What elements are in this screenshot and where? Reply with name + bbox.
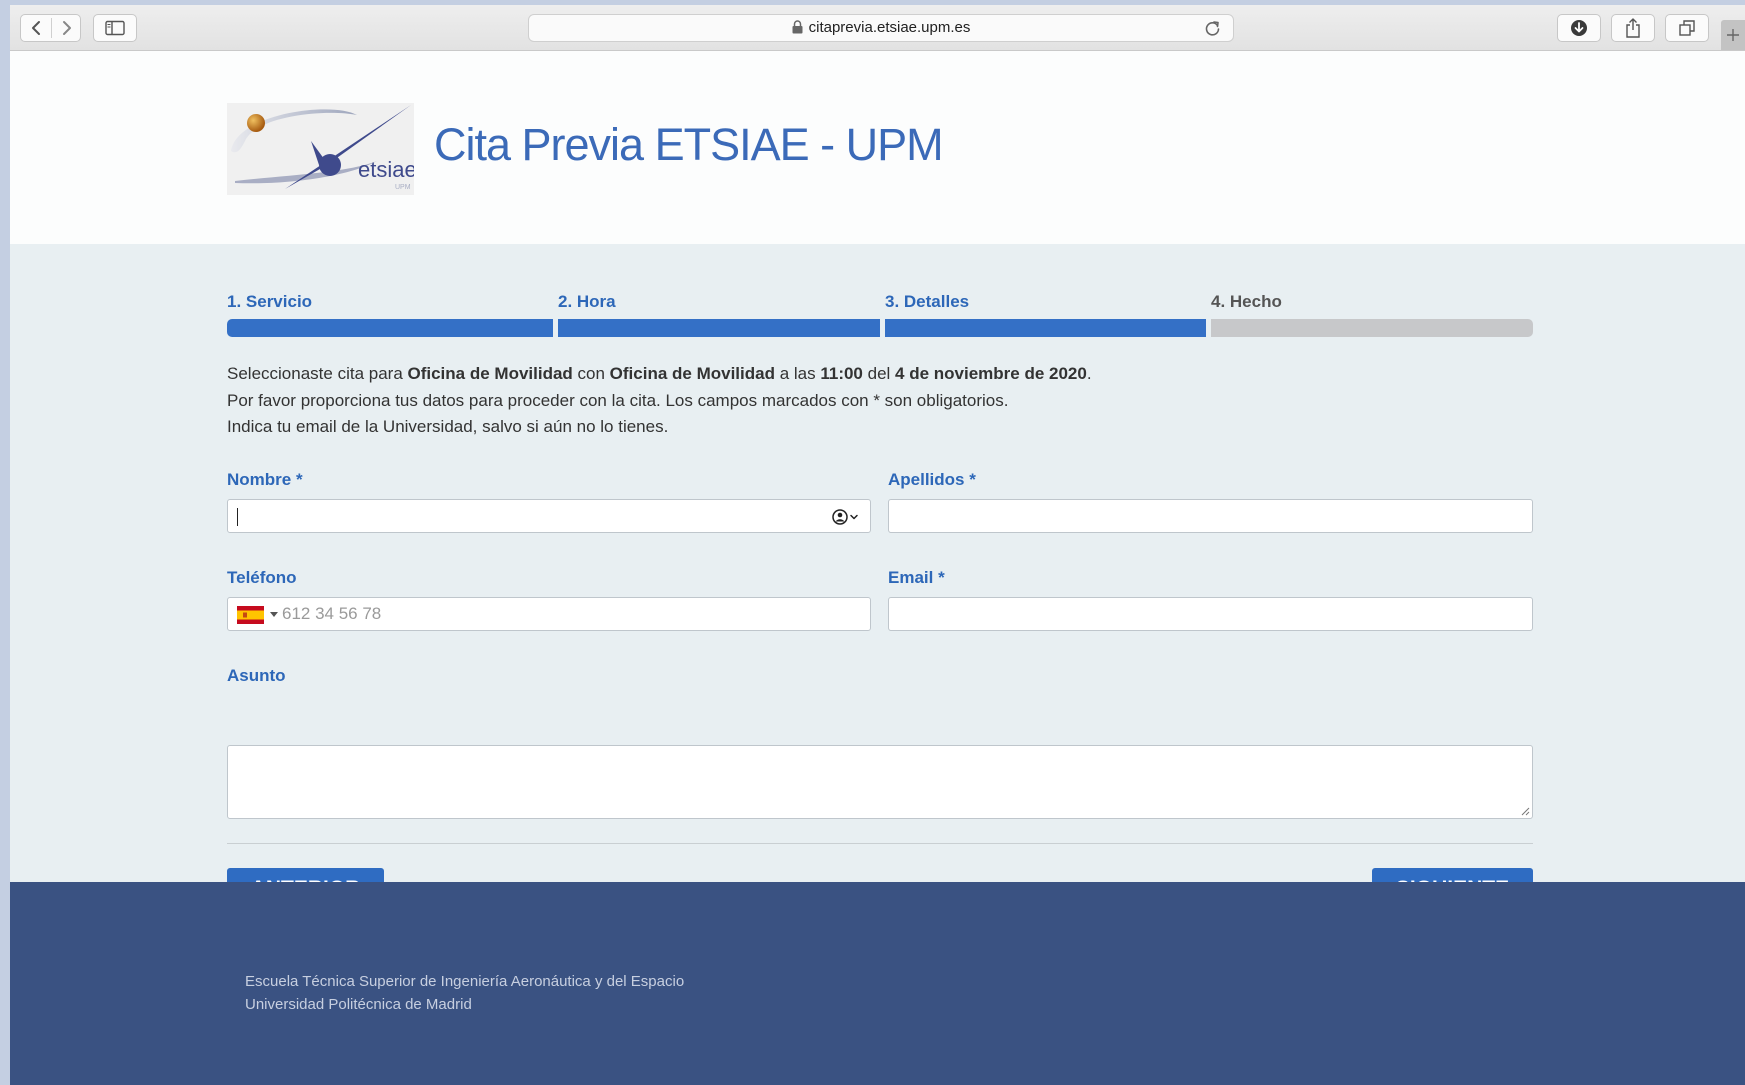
nombre-input[interactable] bbox=[228, 500, 870, 532]
footer-university-name: Universidad Politécnica de Madrid bbox=[245, 996, 472, 1013]
footer-school-name: Escuela Técnica Superior de Ingeniería A… bbox=[245, 973, 685, 990]
tabs-icon bbox=[1679, 20, 1695, 36]
new-tab-icon bbox=[1727, 29, 1739, 41]
apellidos-field[interactable] bbox=[888, 499, 1533, 533]
email-hint-text: Indica tu email de la Universidad, salvo… bbox=[227, 417, 669, 436]
email-label: Email * bbox=[888, 568, 945, 587]
tabs-button[interactable] bbox=[1665, 14, 1709, 42]
booking-form-section: 1. Servicio 2. Hora 3. Detalles 4. Hecho… bbox=[10, 244, 1745, 910]
back-icon bbox=[32, 21, 40, 35]
etsiae-logo[interactable]: etsiae UPM bbox=[227, 103, 414, 195]
new-tab-button[interactable] bbox=[1721, 20, 1745, 50]
resize-grip-icon[interactable] bbox=[1520, 806, 1530, 816]
appointment-time: 11:00 bbox=[820, 364, 863, 383]
nombre-label: Nombre * bbox=[227, 470, 303, 489]
forward-icon bbox=[63, 21, 71, 35]
telefono-field[interactable] bbox=[227, 597, 871, 631]
browser-toolbar: citaprevia.etsiae.upm.es bbox=[10, 5, 1745, 51]
step-hora[interactable]: 2. Hora bbox=[558, 292, 616, 312]
back-button[interactable] bbox=[21, 15, 51, 41]
progress-bar-detalles bbox=[885, 319, 1206, 337]
step-detalles: 3. Detalles bbox=[885, 292, 970, 311]
progress-bar-hecho bbox=[1211, 319, 1533, 337]
forward-button[interactable] bbox=[52, 15, 82, 41]
page-title: Cita Previa ETSIAE - UPM bbox=[434, 119, 944, 170]
asunto-label: Asunto bbox=[227, 666, 286, 685]
address-bar[interactable]: citaprevia.etsiae.upm.es bbox=[528, 14, 1234, 42]
nav-buttons bbox=[20, 14, 81, 42]
autofill-contact-icon[interactable] bbox=[832, 508, 860, 526]
address-text: citaprevia.etsiae.upm.es bbox=[808, 19, 971, 36]
text-caret bbox=[237, 508, 238, 526]
spain-flag-icon[interactable] bbox=[237, 606, 264, 624]
form-divider bbox=[227, 843, 1533, 844]
instructions-text: Por favor proporciona tus datos para pro… bbox=[227, 390, 1009, 410]
logo-text: etsiae bbox=[358, 157, 414, 182]
logo-subtext: UPM bbox=[395, 184, 411, 191]
nombre-field[interactable] bbox=[227, 499, 871, 533]
sidebar-icon bbox=[105, 20, 125, 36]
share-icon bbox=[1626, 18, 1640, 38]
staff-name: Oficina de Movilidad bbox=[609, 364, 775, 383]
progress-bar-hora bbox=[558, 319, 880, 337]
share-button[interactable] bbox=[1611, 14, 1655, 42]
apellidos-input[interactable] bbox=[889, 500, 1532, 532]
sidebar-button[interactable] bbox=[93, 14, 137, 42]
appointment-date: 4 de noviembre de 2020 bbox=[895, 364, 1087, 383]
telefono-input[interactable] bbox=[228, 598, 870, 630]
country-dropdown-caret-icon[interactable] bbox=[270, 612, 278, 617]
email-field[interactable] bbox=[888, 597, 1533, 631]
download-icon bbox=[1571, 20, 1587, 36]
downloads-button[interactable] bbox=[1557, 14, 1601, 42]
apellidos-label: Apellidos * bbox=[888, 470, 976, 489]
web-page: etsiae UPM Cita Previa ETSIAE - UPM 1. S… bbox=[10, 51, 1745, 1085]
site-footer: Escuela Técnica Superior de Ingeniería A… bbox=[10, 882, 1745, 1085]
step-servicio[interactable]: 1. Servicio bbox=[227, 292, 312, 312]
telefono-label: Teléfono bbox=[227, 568, 297, 587]
appointment-info: Seleccionaste cita para Oficina de Movil… bbox=[227, 361, 1092, 441]
email-input[interactable] bbox=[889, 598, 1532, 630]
lock-icon bbox=[792, 19, 803, 34]
step-hecho: 4. Hecho bbox=[1211, 292, 1282, 311]
reload-icon[interactable] bbox=[1204, 19, 1221, 37]
service-name: Oficina de Movilidad bbox=[407, 364, 573, 383]
asunto-textarea[interactable] bbox=[227, 745, 1533, 819]
site-header: etsiae UPM Cita Previa ETSIAE - UPM bbox=[10, 51, 1745, 244]
progress-bar-servicio bbox=[227, 319, 553, 337]
appointment-summary: Seleccionaste cita para Oficina de Movil… bbox=[227, 364, 1092, 383]
